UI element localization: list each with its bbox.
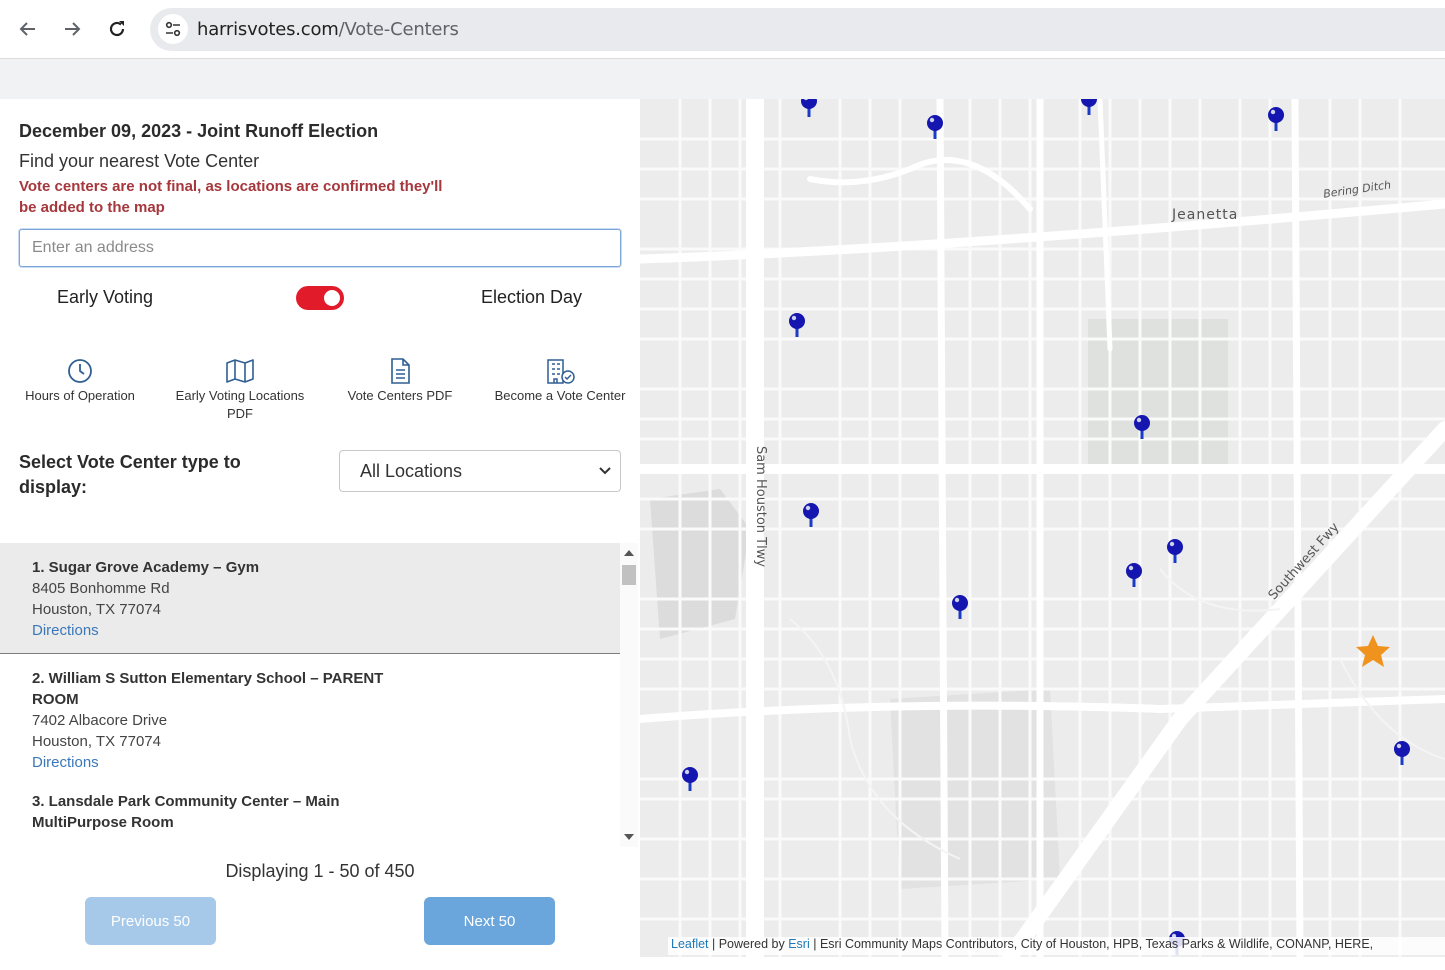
- filter-label: Select Vote Center type to display:: [19, 452, 241, 497]
- vote-centers-pdf-link[interactable]: Vote Centers PDF: [325, 357, 475, 405]
- next-page-button[interactable]: Next 50: [424, 897, 555, 945]
- document-icon: [391, 358, 410, 384]
- vote-center-panel: December 09, 2023 - Joint Runoff Electio…: [0, 99, 640, 970]
- building-check-icon: [547, 359, 575, 384]
- warning-text: Vote centers are not final, as locations…: [19, 178, 443, 216]
- esri-link[interactable]: Esri: [788, 937, 810, 951]
- list-item[interactable]: 1. Sugar Grove Academy – Gym 8405 Bonhom…: [0, 543, 620, 654]
- toggle-knob: [324, 290, 340, 306]
- map-label-sam-houston: Sam Houston Tlwy: [753, 445, 769, 568]
- list-item[interactable]: 2. William S Sutton Elementary School – …: [0, 654, 620, 785]
- forward-arrow-icon[interactable]: [57, 14, 87, 44]
- page-title: December 09, 2023 - Joint Runoff Electio…: [19, 121, 379, 141]
- become-vote-center-link[interactable]: Become a Vote Center: [485, 357, 635, 405]
- pagination-status: Displaying 1 - 50 of 450: [225, 861, 415, 881]
- map-icon: [226, 359, 254, 383]
- previous-page-button[interactable]: Previous 50: [85, 897, 216, 945]
- hours-of-operation-link[interactable]: Hours of Operation: [5, 357, 155, 405]
- site-settings-icon[interactable]: [158, 14, 188, 44]
- scroll-down-icon[interactable]: [624, 834, 634, 840]
- scroll-thumb[interactable]: [622, 565, 636, 585]
- vote-center-map[interactable]: Jeanetta Bering Ditch Sam Houston Tlwy S…: [640, 99, 1445, 957]
- browser-toolbar: harrisvotes.com/Vote-Centers: [0, 0, 1445, 59]
- directions-link[interactable]: Directions: [32, 620, 588, 641]
- clock-icon: [68, 359, 92, 383]
- page-subtitle: Find your nearest Vote Center: [19, 151, 260, 171]
- location-list: 1. Sugar Grove Academy – Gym 8405 Bonhom…: [0, 543, 620, 847]
- page-header-band: [0, 59, 1445, 99]
- chevron-down-icon: [599, 467, 611, 475]
- address-search-input[interactable]: [19, 229, 621, 267]
- location-type-select[interactable]: All Locations: [339, 450, 621, 492]
- address-bar[interactable]: harrisvotes.com/Vote-Centers: [150, 8, 1445, 51]
- reload-icon[interactable]: [102, 14, 132, 44]
- early-voting-label: Early Voting: [57, 287, 154, 307]
- map-attribution: Leaflet | Powered by Esri | Esri Communi…: [668, 937, 1445, 955]
- list-item[interactable]: 3. Lansdale Park Community Center – Main…: [0, 785, 620, 845]
- voting-type-toggle[interactable]: [296, 286, 344, 310]
- url-text: harrisvotes.com/Vote-Centers: [197, 19, 459, 40]
- list-scrollbar[interactable]: [620, 543, 638, 847]
- early-voting-pdf-link[interactable]: Early Voting Locations PDF: [165, 357, 315, 423]
- directions-link[interactable]: Directions: [32, 752, 588, 773]
- scroll-up-icon[interactable]: [624, 550, 634, 556]
- election-day-label: Election Day: [481, 287, 583, 307]
- map-label-jeanetta: Jeanetta: [1172, 207, 1239, 223]
- back-arrow-icon[interactable]: [13, 14, 43, 44]
- leaflet-link[interactable]: Leaflet: [671, 937, 709, 951]
